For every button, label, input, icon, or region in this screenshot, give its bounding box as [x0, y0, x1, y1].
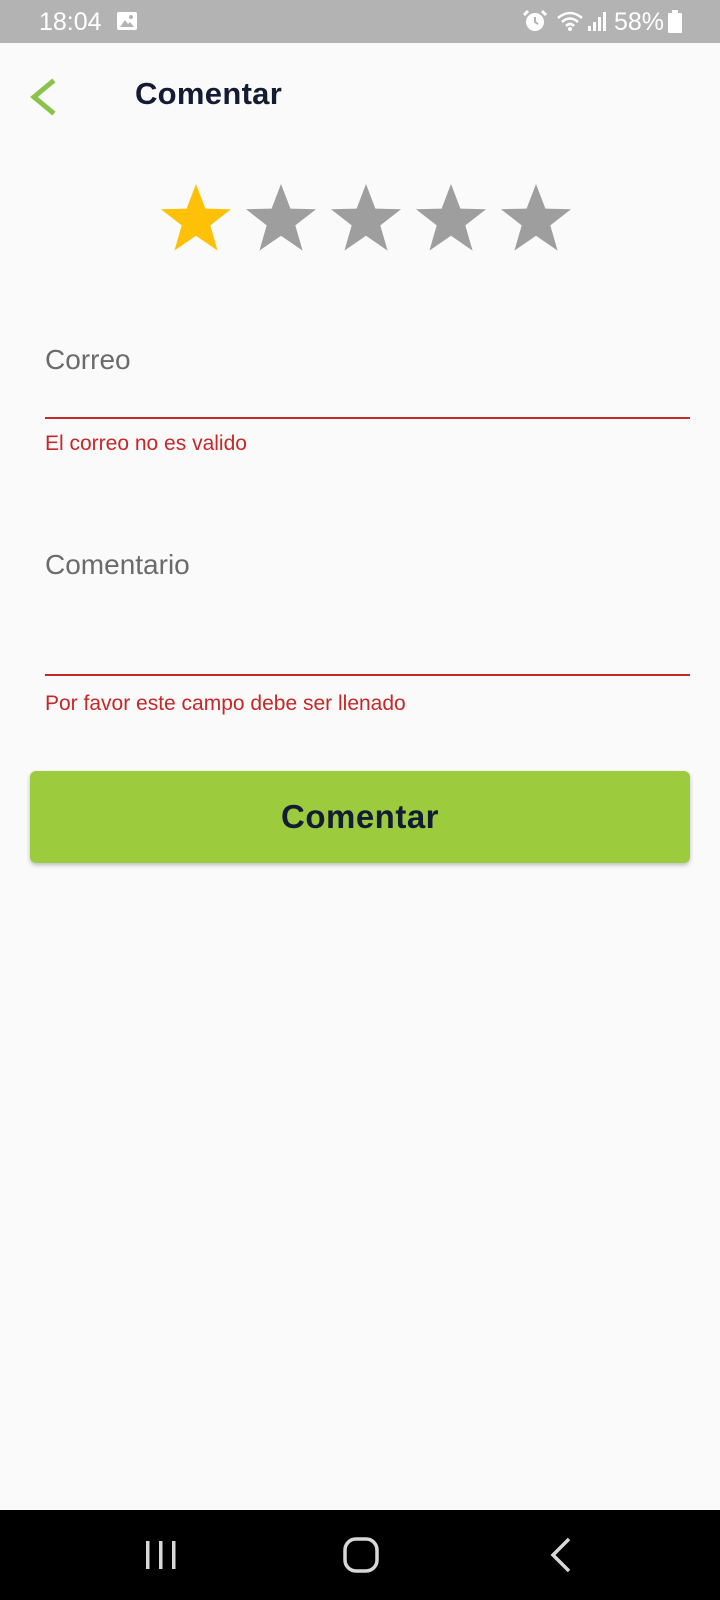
star-rating[interactable] — [158, 180, 583, 256]
nav-back-button[interactable] — [540, 1532, 586, 1578]
home-button[interactable] — [338, 1532, 384, 1578]
email-underline — [45, 417, 690, 419]
star-1[interactable] — [158, 180, 234, 256]
email-error: El correo no es valido — [45, 432, 247, 455]
comment-error: Por favor este campo debe ser llenado — [45, 692, 406, 715]
signal-icon — [587, 10, 607, 32]
star-icon — [331, 184, 401, 251]
battery-icon — [668, 10, 682, 33]
email-field[interactable] — [45, 373, 690, 409]
comment-field[interactable] — [45, 588, 690, 658]
comment-field-group: Comentario Por favor este campo debe ser… — [45, 548, 690, 718]
page-title: Comentar — [135, 76, 283, 111]
alarm-icon — [522, 9, 548, 33]
comment-underline — [45, 674, 690, 676]
star-icon — [161, 184, 231, 251]
status-bar: 18:04 58% — [0, 0, 720, 43]
star-icon — [416, 184, 486, 251]
home-icon — [343, 1537, 379, 1573]
wifi-icon — [556, 10, 584, 32]
comment-label: Comentario — [45, 549, 190, 580]
star-3[interactable] — [328, 180, 404, 256]
star-icon — [501, 184, 571, 251]
recents-button[interactable] — [138, 1532, 184, 1578]
email-label: Correo — [45, 344, 131, 375]
email-field-group: Correo El correo no es valido — [45, 343, 690, 463]
star-4[interactable] — [413, 180, 489, 256]
star-5[interactable] — [498, 180, 574, 256]
recents-icon — [146, 1541, 176, 1569]
battery-level: 58% — [614, 8, 665, 36]
status-time: 18:04 — [39, 8, 102, 36]
submit-comment-button[interactable]: Comentar — [30, 771, 690, 863]
star-icon — [246, 184, 316, 251]
system-nav-bar — [0, 1510, 720, 1600]
back-icon — [550, 1537, 571, 1573]
back-button[interactable] — [20, 70, 68, 122]
chevron-left-icon — [30, 78, 56, 116]
star-2[interactable] — [243, 180, 319, 256]
gallery-icon — [116, 11, 138, 31]
